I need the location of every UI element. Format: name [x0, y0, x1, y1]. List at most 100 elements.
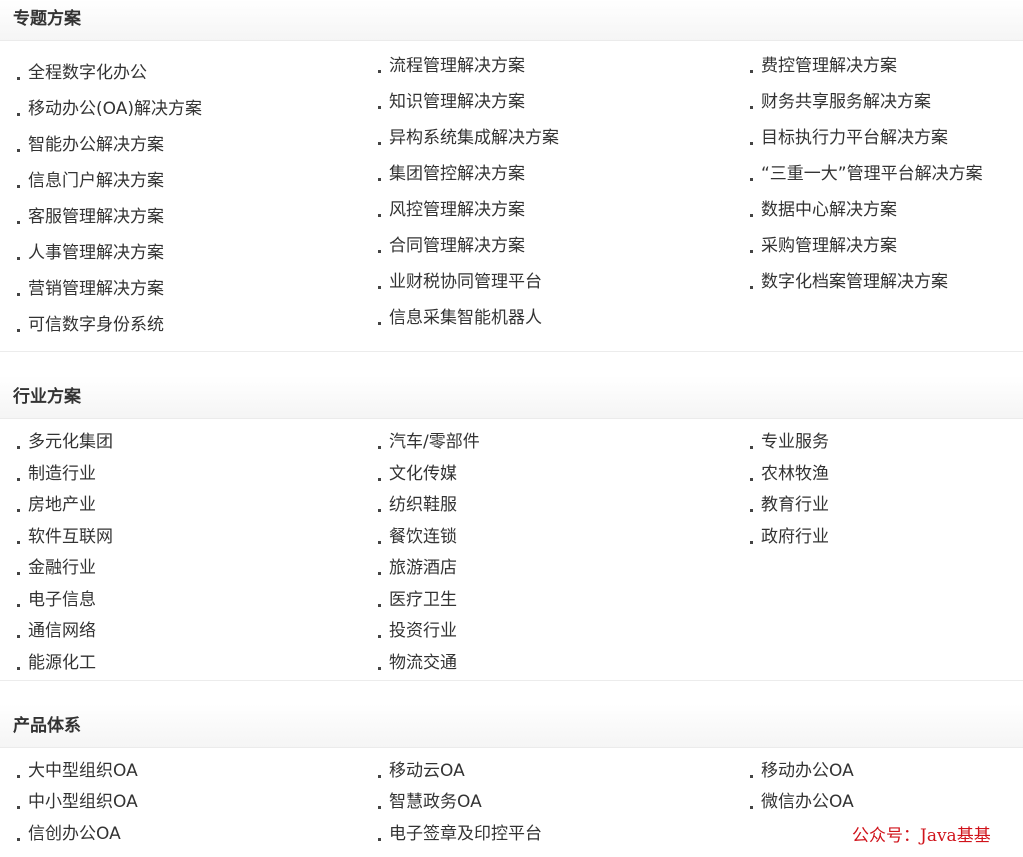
solution-link[interactable]: 可信数字身份系统: [17, 313, 164, 337]
industry-link[interactable]: 教育行业: [750, 493, 829, 517]
industry-link[interactable]: 纺织鞋服: [378, 493, 457, 517]
bullet-icon: [750, 509, 753, 512]
bullet-icon: [378, 70, 381, 73]
product-link[interactable]: 微信办公OA: [750, 790, 854, 814]
bullet-icon: [378, 635, 381, 638]
product-link[interactable]: 移动办公OA: [750, 759, 854, 783]
product-link[interactable]: 中小型组织OA: [17, 790, 138, 814]
solution-link[interactable]: 集团管控解决方案: [378, 162, 525, 186]
industry-link[interactable]: 多元化集团: [17, 430, 113, 454]
bullet-icon: [378, 106, 381, 109]
bullet-icon: [17, 77, 20, 80]
solution-link[interactable]: 信息采集智能机器人: [378, 306, 542, 330]
solution-link[interactable]: 全程数字化办公: [17, 61, 147, 85]
bullet-icon: [750, 178, 753, 181]
industry-link[interactable]: 能源化工: [17, 651, 96, 675]
solution-link[interactable]: 流程管理解决方案: [378, 54, 525, 78]
solution-link[interactable]: 目标执行力平台解决方案: [750, 126, 948, 150]
bullet-icon: [17, 478, 20, 481]
bullet-icon: [17, 838, 20, 841]
industry-link[interactable]: 医疗卫生: [378, 588, 457, 612]
industry-link[interactable]: 通信网络: [17, 619, 96, 643]
product-link[interactable]: 大中型组织OA: [17, 759, 138, 783]
industry-link[interactable]: 投资行业: [378, 619, 457, 643]
bullet-icon: [378, 667, 381, 670]
section-divider: [0, 680, 1023, 681]
product-link[interactable]: 移动云OA: [378, 759, 465, 783]
industry-link[interactable]: 农林牧渔: [750, 462, 829, 486]
bullet-icon: [17, 329, 20, 332]
bullet-icon: [750, 775, 753, 778]
bullet-icon: [17, 446, 20, 449]
bullet-icon: [378, 775, 381, 778]
bullet-icon: [17, 667, 20, 670]
bullet-icon: [378, 322, 381, 325]
solution-link[interactable]: 数据中心解决方案: [750, 198, 897, 222]
section-divider: [0, 351, 1023, 352]
bullet-icon: [17, 509, 20, 512]
bullet-icon: [378, 541, 381, 544]
product-link[interactable]: 智慧政务OA: [378, 790, 482, 814]
bullet-icon: [378, 142, 381, 145]
bullet-icon: [378, 478, 381, 481]
bullet-icon: [378, 838, 381, 841]
product-link[interactable]: 信创办公OA: [17, 822, 121, 846]
solution-link[interactable]: 移动办公(OA)解决方案: [17, 97, 202, 121]
industry-link[interactable]: 餐饮连锁: [378, 525, 457, 549]
industry-link[interactable]: 文化传媒: [378, 462, 457, 486]
bullet-icon: [17, 604, 20, 607]
industry-link[interactable]: 物流交通: [378, 651, 457, 675]
industry-link[interactable]: 金融行业: [17, 556, 96, 580]
bullet-icon: [17, 113, 20, 116]
bullet-icon: [17, 775, 20, 778]
bullet-icon: [17, 806, 20, 809]
industry-link[interactable]: 汽车/零部件: [378, 430, 480, 454]
industry-link[interactable]: 房地产业: [17, 493, 96, 517]
industry-link[interactable]: 专业服务: [750, 430, 829, 454]
industry-link[interactable]: 制造行业: [17, 462, 96, 486]
section-header: 产品体系: [0, 704, 1023, 748]
bullet-icon: [750, 70, 753, 73]
bullet-icon: [750, 541, 753, 544]
watermark-text: 公众号：Java基基: [852, 826, 991, 846]
solution-link[interactable]: 业财税协同管理平台: [378, 270, 542, 294]
solution-link[interactable]: 财务共享服务解决方案: [750, 90, 931, 114]
bullet-icon: [750, 446, 753, 449]
bullet-icon: [750, 214, 753, 217]
solution-link[interactable]: 数字化档案管理解决方案: [750, 270, 948, 294]
industry-link[interactable]: 软件互联网: [17, 525, 113, 549]
bullet-icon: [750, 478, 753, 481]
solution-link[interactable]: 人事管理解决方案: [17, 241, 164, 265]
solution-link[interactable]: 知识管理解决方案: [378, 90, 525, 114]
solution-link[interactable]: 信息门户解决方案: [17, 169, 164, 193]
industry-link[interactable]: 电子信息: [17, 588, 96, 612]
solution-link[interactable]: 采购管理解决方案: [750, 234, 897, 258]
solution-link[interactable]: “三重一大”管理平台解决方案: [750, 162, 983, 186]
industry-link[interactable]: 旅游酒店: [378, 556, 457, 580]
solution-link[interactable]: 异构系统集成解决方案: [378, 126, 559, 150]
bullet-icon: [750, 142, 753, 145]
solution-link[interactable]: 费控管理解决方案: [750, 54, 897, 78]
section-topic-solutions: 专题方案 全程数字化办公 移动办公(OA)解决方案 智能办公解决方案 信息门户解…: [0, 0, 1023, 352]
bullet-icon: [750, 286, 753, 289]
industry-link[interactable]: 政府行业: [750, 525, 829, 549]
bullet-icon: [17, 635, 20, 638]
section-header: 行业方案: [0, 376, 1023, 419]
section-title: 行业方案: [13, 387, 81, 407]
bullet-icon: [378, 286, 381, 289]
bullet-icon: [17, 257, 20, 260]
solution-link[interactable]: 客服管理解决方案: [17, 205, 164, 229]
section-title: 专题方案: [13, 9, 81, 29]
bullet-icon: [378, 214, 381, 217]
solution-link[interactable]: 风控管理解决方案: [378, 198, 525, 222]
solution-link[interactable]: 营销管理解决方案: [17, 277, 164, 301]
bullet-icon: [17, 541, 20, 544]
solution-link[interactable]: 合同管理解决方案: [378, 234, 525, 258]
solution-link[interactable]: 智能办公解决方案: [17, 133, 164, 157]
bullet-icon: [378, 446, 381, 449]
bullet-icon: [17, 293, 20, 296]
product-link[interactable]: 电子签章及印控平台: [378, 822, 542, 846]
bullet-icon: [750, 806, 753, 809]
bullet-icon: [378, 509, 381, 512]
section-title: 产品体系: [13, 716, 81, 736]
